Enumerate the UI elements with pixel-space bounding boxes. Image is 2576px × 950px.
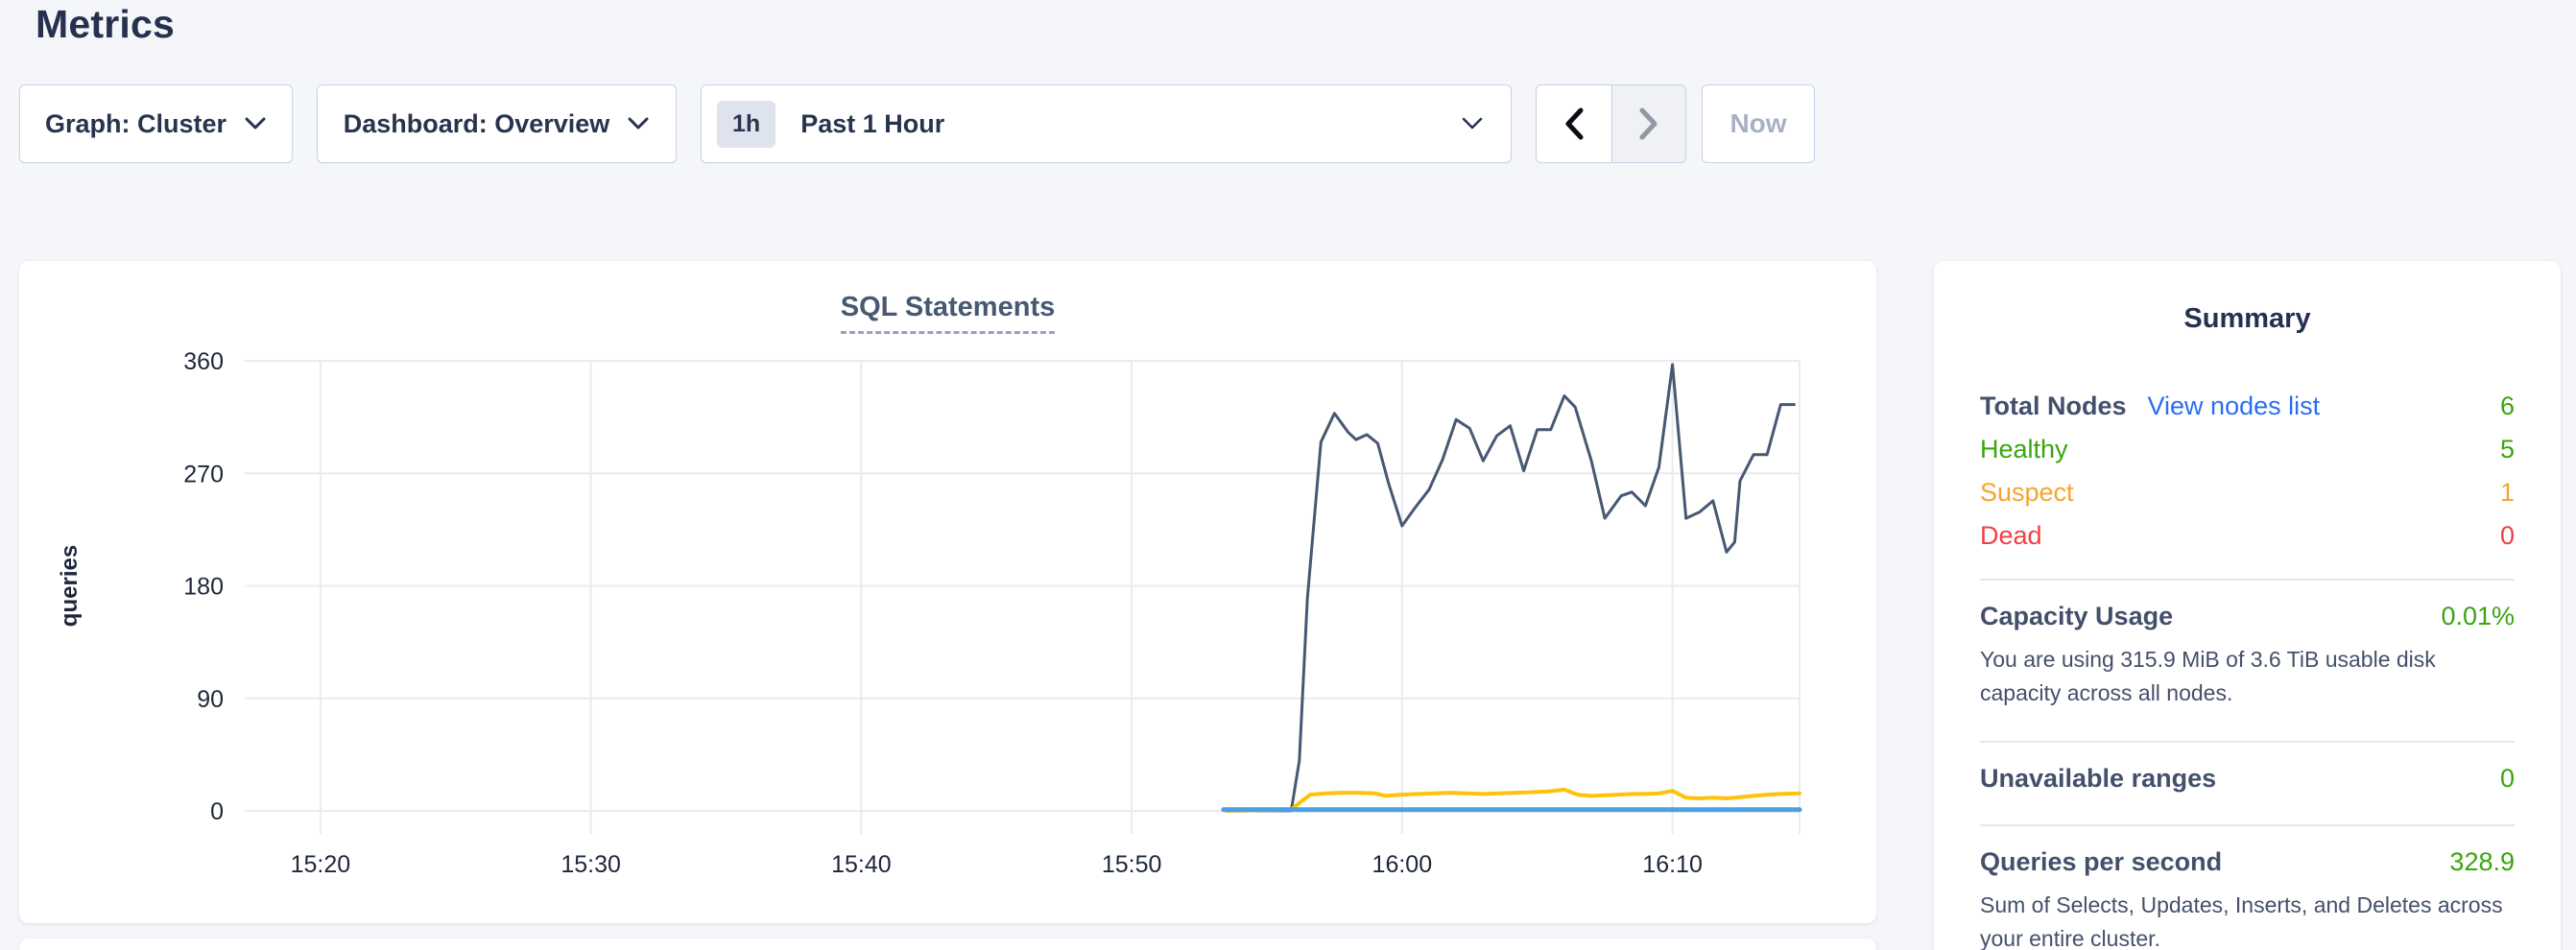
next-chart-card: [19, 938, 1876, 950]
unavailable-ranges-label: Unavailable ranges: [1980, 764, 2216, 794]
suspect-nodes-row: Suspect 1: [1980, 471, 2515, 514]
svg-text:0: 0: [210, 798, 224, 825]
capacity-usage-stat: Capacity Usage 0.01% You are using 315.9…: [1980, 602, 2515, 720]
time-range-badge: 1h: [717, 101, 775, 148]
capacity-usage-value: 0.01%: [2441, 602, 2515, 631]
svg-text:queries: queries: [57, 545, 83, 627]
summary-panel: Summary Total Nodes View nodes list 6 He…: [1934, 261, 2561, 950]
dead-value: 0: [2500, 521, 2515, 551]
svg-text:15:20: 15:20: [291, 851, 351, 878]
sql-statements-card: 0 90 180 270 360 15:20 15:30 15:40 15:50 16:00 16:…: [19, 261, 1876, 923]
queries-per-second-stat: Queries per second 328.9 Sum of Selects,…: [1980, 847, 2515, 950]
dashboard-dropdown-label: Dashboard: Overview: [344, 109, 610, 139]
chevron-down-icon: [244, 116, 267, 131]
svg-text:15:30: 15:30: [561, 851, 621, 878]
total-nodes-row: Total Nodes View nodes list 6: [1980, 385, 2515, 428]
node-status-block: Total Nodes View nodes list 6 Healthy 5 …: [1980, 385, 2515, 558]
page-title: Metrics: [36, 2, 175, 47]
next-time-button[interactable]: [1611, 85, 1686, 162]
queries-per-second-label: Queries per second: [1980, 847, 2222, 877]
chevron-down-icon: [1461, 116, 1484, 131]
prev-time-button[interactable]: [1537, 85, 1611, 162]
divider: [1980, 741, 2515, 743]
svg-text:360: 360: [183, 348, 224, 375]
suspect-value: 1: [2500, 478, 2515, 508]
svg-text:270: 270: [183, 461, 224, 487]
queries-per-second-description: Sum of Selects, Updates, Inserts, and De…: [1980, 889, 2515, 950]
svg-text:15:50: 15:50: [1102, 851, 1162, 878]
now-button[interactable]: Now: [1702, 84, 1815, 163]
svg-text:180: 180: [183, 574, 224, 601]
sql-statements-chart: 0 90 180 270 360 15:20 15:30 15:40 15:50 16:00 16:…: [19, 261, 1876, 923]
summary-title: Summary: [1980, 261, 2515, 335]
time-range-selector[interactable]: 1h Past 1 Hour: [701, 84, 1512, 163]
chevron-left-icon: [1563, 107, 1585, 140]
divider: [1980, 579, 2515, 581]
unavailable-ranges-stat: Unavailable ranges 0: [1980, 764, 2515, 803]
divider: [1980, 824, 2515, 826]
svg-text:16:00: 16:00: [1372, 851, 1433, 878]
svg-text:15:40: 15:40: [831, 851, 892, 878]
dead-label: Dead: [1980, 521, 2042, 551]
dead-nodes-row: Dead 0: [1980, 514, 2515, 558]
healthy-value: 5: [2500, 435, 2515, 464]
capacity-usage-label: Capacity Usage: [1980, 602, 2173, 631]
healthy-nodes-row: Healthy 5: [1980, 428, 2515, 471]
time-step-group: [1536, 84, 1686, 163]
total-nodes-label: Total Nodes: [1980, 392, 2127, 421]
queries-per-second-value: 328.9: [2449, 847, 2515, 877]
healthy-label: Healthy: [1980, 435, 2068, 464]
capacity-usage-description: You are using 315.9 MiB of 3.6 TiB usabl…: [1980, 643, 2515, 710]
chevron-down-icon: [627, 116, 650, 131]
chevron-right-icon: [1638, 107, 1659, 140]
svg-text:90: 90: [197, 686, 224, 713]
total-nodes-value: 6: [2500, 392, 2515, 421]
unavailable-ranges-value: 0: [2500, 764, 2515, 794]
graph-dropdown-label: Graph: Cluster: [45, 109, 227, 139]
dashboard-dropdown[interactable]: Dashboard: Overview: [317, 84, 677, 163]
view-nodes-list-link[interactable]: View nodes list: [2148, 392, 2321, 421]
time-range-label: Past 1 Hour: [800, 109, 944, 139]
svg-text:16:10: 16:10: [1642, 851, 1703, 878]
chart-title[interactable]: SQL Statements: [841, 292, 1055, 334]
graph-dropdown[interactable]: Graph: Cluster: [19, 84, 293, 163]
suspect-label: Suspect: [1980, 478, 2074, 508]
